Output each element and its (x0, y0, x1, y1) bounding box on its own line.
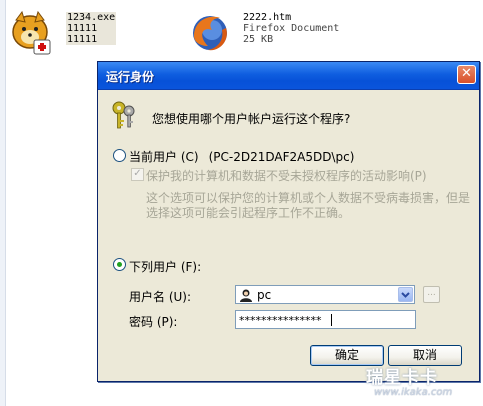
file-size: 25 KB (243, 34, 274, 45)
file-name: 1234.exe (67, 12, 116, 23)
following-user-label[interactable]: 下列用户 (F): (129, 258, 201, 275)
password-value: *************** (239, 314, 322, 327)
username-dropdown-button[interactable] (398, 287, 413, 302)
file-type: Firefox Document (243, 23, 340, 34)
user-avatar-icon (240, 289, 252, 302)
dialog-title: 运行身份 (106, 70, 155, 84)
text-caret (331, 314, 332, 326)
chevron-down-icon (401, 292, 410, 298)
prompt-question: 您想使用哪个用户帐户运行这个程序? (152, 112, 351, 126)
protect-description: 这个选项可以保护您的计算机或个人数据不受病毒损害，但是选择这项可能会引起程序工作… (146, 191, 471, 220)
password-input[interactable]: *************** (235, 310, 416, 329)
username-combobox[interactable]: pc (235, 285, 415, 304)
protect-checkbox[interactable]: ✓ (131, 168, 144, 181)
password-label: 密码 (P): (129, 315, 178, 329)
username-label: 用户名 (U): (129, 290, 192, 304)
current-user-radio[interactable] (113, 149, 126, 162)
watermark-brand: 瑞星卡卡 (366, 368, 438, 388)
protect-checkbox-label: 保护我的计算机和数据不受未授权程序的活动影响(P) (146, 169, 427, 183)
file-line: 11111 (67, 34, 98, 45)
current-user-account: (PC-2D21DAF2A5DD\pc) (208, 150, 355, 164)
file-2222-htm[interactable]: 2222.htm Firefox Document 25 KB (188, 8, 348, 56)
explorer-left-edge (0, 0, 6, 406)
firefox-icon (193, 16, 227, 51)
current-user-option[interactable]: 当前用户 (C) (PC-2D21DAF2A5DD\pc) (129, 148, 354, 165)
username-value: pc (257, 288, 272, 302)
following-user-radio[interactable] (113, 258, 126, 271)
dialog-titlebar[interactable]: 运行身份 ✕ (98, 62, 479, 90)
run-as-dialog: 运行身份 ✕ 您想使用哪个用户帐户运行这个程序? 当前用户 (C) (PC-2D2… (97, 61, 480, 382)
close-button[interactable]: ✕ (457, 65, 476, 84)
file-1234-exe[interactable]: 1234.exe 11111 11111 (10, 8, 120, 56)
watermark-url: www.ikaka.com (374, 387, 453, 398)
browse-users-button[interactable]: ... (423, 286, 440, 303)
file-1234-meta: 1234.exe 11111 11111 (66, 12, 117, 45)
file-name: 2222.htm (243, 12, 292, 23)
watermark: 瑞星卡卡 www.ikaka.com (354, 360, 483, 406)
file-2222-meta: 2222.htm Firefox Document 25 KB (243, 12, 339, 45)
file-line: 11111 (67, 23, 98, 34)
fox-exe-icon (12, 10, 51, 55)
current-user-label: 当前用户 (C) (129, 150, 199, 164)
keys-icon (112, 101, 135, 129)
